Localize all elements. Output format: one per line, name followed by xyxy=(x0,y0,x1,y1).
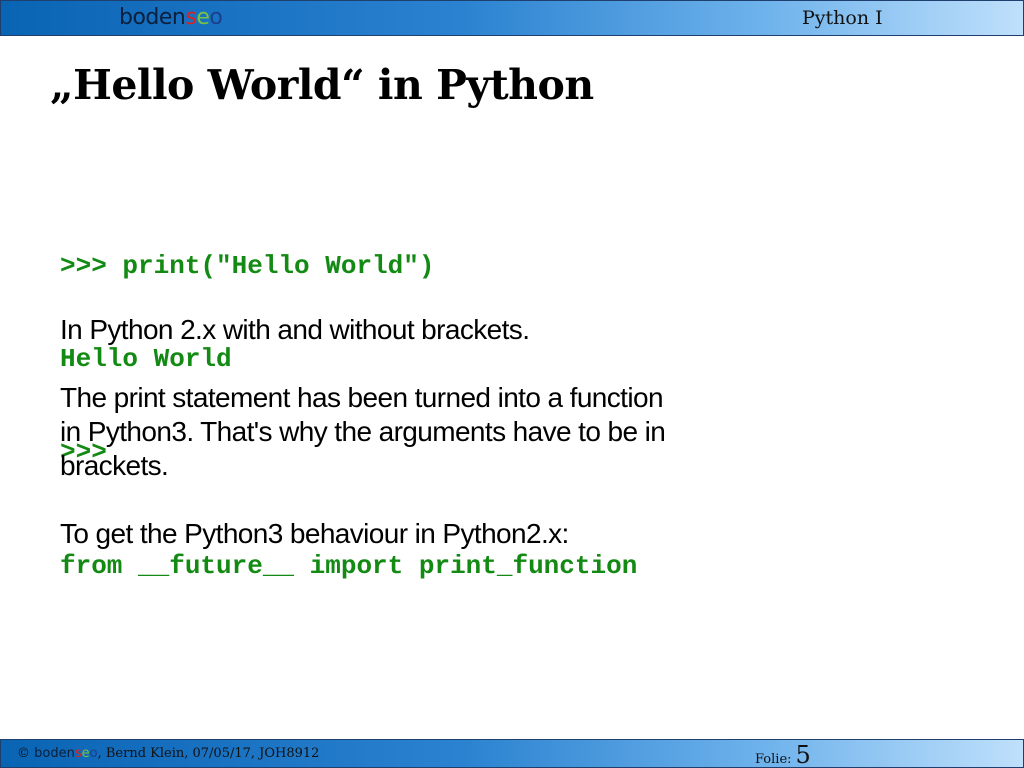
footer-copyright: © bodenseo, Bernd Klein, 07/05/17, JOH89… xyxy=(17,746,319,762)
footer-author-info: , Bernd Klein, 07/05/17, JOH8912 xyxy=(97,746,320,761)
slide: bodenseo Python I „Hello World“ in Pytho… xyxy=(0,0,1024,768)
folie-label: Folie: xyxy=(755,752,792,767)
import-code-line: from __future__ import print_function xyxy=(60,551,638,581)
slide-number: Folie: 5 xyxy=(755,741,811,768)
footer-bar: © bodenseo, Bernd Klein, 07/05/17, JOH89… xyxy=(0,739,1024,768)
paragraph-line: The print statement has been turned into… xyxy=(60,382,664,413)
paragraph-brackets: In Python 2.x with and without brackets. xyxy=(60,314,530,345)
course-title: Python I xyxy=(802,7,883,29)
folie-number: 5 xyxy=(795,741,811,768)
bodenseo-logo-small: bodenseo xyxy=(34,746,98,761)
paragraph-line: in Python3. That's why the arguments hav… xyxy=(60,416,666,447)
copyright-symbol: © xyxy=(17,746,30,761)
code-line-output: Hello World xyxy=(60,344,232,374)
paragraph-print-function: The print statement has been turned into… xyxy=(60,381,666,483)
slide-title: „Hello World“ in Python xyxy=(50,61,594,109)
code-line-print: >>> print("Hello World") xyxy=(60,251,435,281)
bodenseo-logo: bodenseo xyxy=(119,5,223,30)
header-bar: bodenseo Python I xyxy=(0,0,1024,36)
paragraph-line: brackets. xyxy=(60,450,169,481)
paragraph-python2-behaviour: To get the Python3 behaviour in Python2.… xyxy=(60,518,569,549)
